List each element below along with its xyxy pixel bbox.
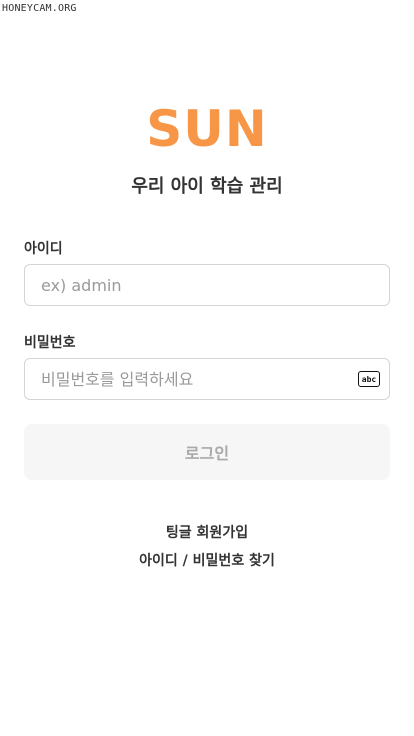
password-field-label: 비밀번호 [24,335,76,351]
password-field[interactable]: abc [24,358,390,400]
id-field-label: 아이디 [24,241,63,257]
id-input[interactable] [41,275,373,295]
password-input[interactable] [41,369,373,389]
watermark: HONEYCAM.ORG [2,3,77,14]
app-logo: SUN [146,100,268,158]
id-field[interactable] [24,264,390,306]
keyboard-icon[interactable]: abc [358,371,380,387]
login-button[interactable]: 로그인 [24,424,390,480]
app-subtitle: 우리 아이 학습 관리 [131,176,283,197]
find-account-link[interactable]: 아이디 / 비밀번호 찾기 [0,550,414,570]
signup-link[interactable]: 팅글 회원가입 [0,522,414,542]
